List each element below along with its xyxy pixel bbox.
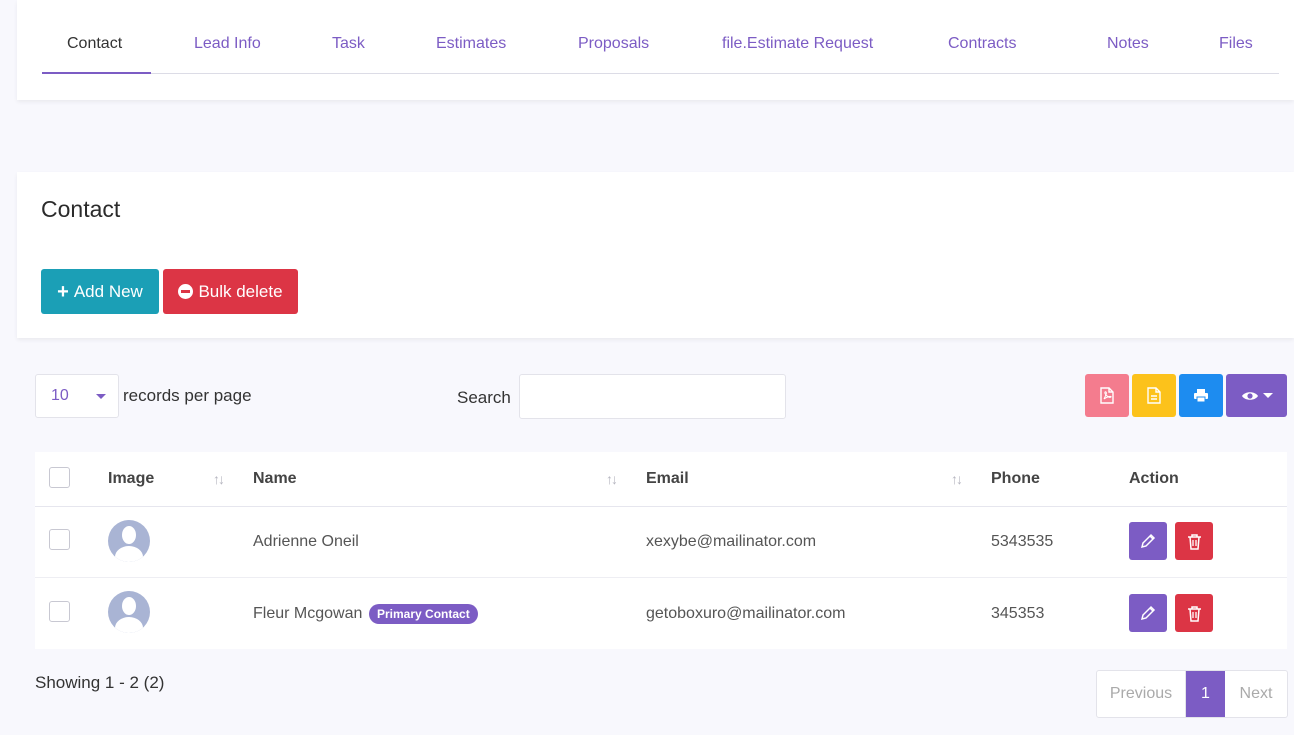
contact-phone: 5343535	[991, 533, 1054, 550]
contact-email: getoboxuro@mailinator.com	[646, 605, 846, 622]
contact-email: xexybe@mailinator.com	[646, 533, 817, 550]
export-pdf-button[interactable]	[1085, 374, 1129, 417]
contact-card: Contact + Add New Bulk delete	[17, 172, 1294, 338]
tabs-card: Contact Lead Info Task Estimates Proposa…	[17, 0, 1294, 100]
previous-page-button[interactable]: Previous	[1097, 671, 1186, 717]
edit-button[interactable]	[1129, 594, 1167, 632]
records-per-page-select[interactable]: 10	[35, 374, 119, 418]
records-per-page-label: records per page	[123, 386, 252, 405]
tab-task[interactable]: Task	[332, 35, 365, 53]
add-new-button[interactable]: + Add New	[41, 269, 159, 314]
avatar	[108, 591, 150, 633]
next-page-button[interactable]: Next	[1225, 671, 1287, 717]
header-email[interactable]: Email	[646, 470, 689, 488]
tabs-divider	[42, 73, 1279, 74]
tab-lead-info[interactable]: Lead Info	[194, 35, 261, 53]
sort-icon[interactable]: ↑↓	[606, 471, 618, 487]
header-divider	[35, 506, 1287, 507]
caret-down-icon	[1262, 393, 1273, 398]
tab-contracts[interactable]: Contracts	[948, 35, 1016, 53]
contact-phone: 345353	[991, 605, 1045, 622]
pdf-icon	[1100, 387, 1114, 404]
header-action: Action	[1129, 470, 1179, 487]
tab-estimates[interactable]: Estimates	[436, 35, 506, 53]
pagination: Previous 1 Next	[1096, 670, 1288, 718]
print-icon	[1194, 389, 1208, 403]
bulk-delete-button[interactable]: Bulk delete	[163, 269, 298, 314]
pencil-icon	[1140, 605, 1156, 621]
tab-files[interactable]: Files	[1219, 35, 1253, 53]
export-csv-button[interactable]	[1132, 374, 1176, 417]
minus-circle-icon	[178, 284, 194, 299]
primary-contact-badge: Primary Contact	[369, 604, 478, 624]
tab-proposals[interactable]: Proposals	[578, 35, 649, 53]
csv-icon	[1147, 387, 1161, 404]
contacts-table: Image ↑↓ Name ↑↓ Email ↑↓ Phone Action A…	[35, 452, 1287, 649]
search-label: Search	[457, 388, 511, 407]
header-name[interactable]: Name	[253, 470, 297, 488]
add-new-label: Add New	[73, 281, 143, 301]
tab-notes[interactable]: Notes	[1107, 35, 1149, 53]
tab-estimate-request[interactable]: file.Estimate Request	[722, 35, 873, 53]
contact-name: Fleur Mcgowan	[253, 605, 363, 622]
select-all-checkbox[interactable]	[49, 467, 70, 488]
row-checkbox[interactable]	[49, 529, 70, 550]
header-phone: Phone	[991, 470, 1040, 487]
edit-button[interactable]	[1129, 522, 1167, 560]
tab-contact[interactable]: Contact	[67, 35, 122, 53]
header-image[interactable]: Image	[108, 470, 154, 488]
showing-count: Showing 1 - 2 (2)	[35, 673, 165, 692]
bulk-delete-label: Bulk delete	[198, 281, 283, 301]
avatar	[108, 520, 150, 562]
row-checkbox[interactable]	[49, 601, 70, 622]
trash-icon	[1187, 605, 1201, 622]
eye-icon	[1241, 391, 1258, 400]
delete-button[interactable]	[1175, 594, 1213, 632]
plus-icon: +	[57, 280, 69, 303]
page-title: Contact	[41, 196, 121, 222]
contact-name: Adrienne Oneil	[253, 533, 359, 550]
column-visibility-button[interactable]	[1226, 374, 1287, 417]
pencil-icon	[1140, 533, 1156, 549]
search-input[interactable]	[519, 374, 786, 419]
sort-icon[interactable]: ↑↓	[951, 471, 963, 487]
trash-icon	[1187, 533, 1201, 550]
caret-down-icon	[96, 394, 106, 399]
delete-button[interactable]	[1175, 522, 1213, 560]
row-divider	[35, 577, 1287, 578]
records-per-page-value: 10	[51, 387, 69, 404]
active-tab-underline	[42, 72, 151, 74]
print-button[interactable]	[1179, 374, 1223, 417]
sort-icon[interactable]: ↑↓	[213, 471, 225, 487]
current-page-button[interactable]: 1	[1186, 671, 1225, 717]
